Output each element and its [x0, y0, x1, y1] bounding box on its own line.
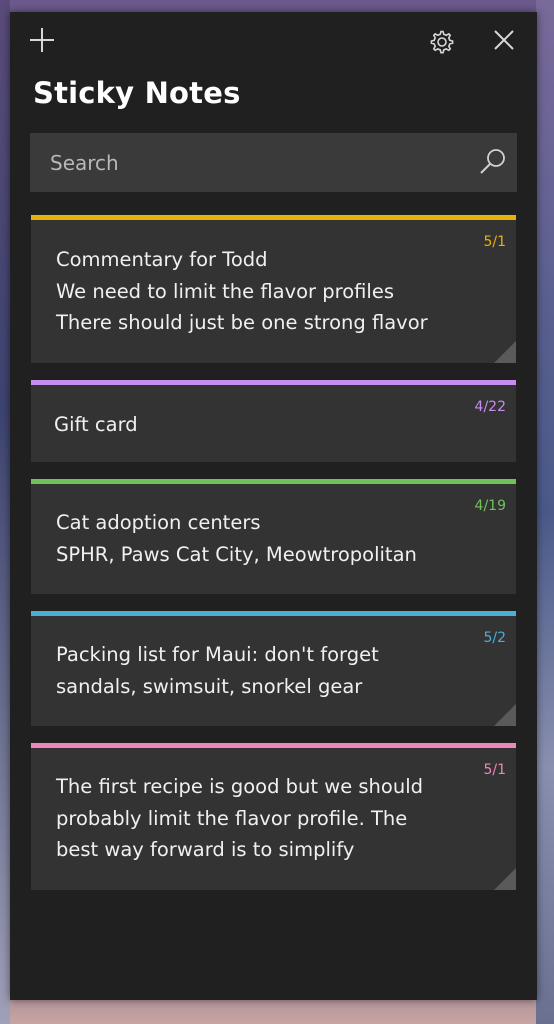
- note-color-bar: [31, 380, 516, 385]
- desktop-background-left: [0, 0, 10, 1024]
- note-card[interactable]: 4/22 Gift card: [31, 380, 516, 462]
- search-icon[interactable]: [478, 147, 508, 177]
- settings-button[interactable]: [422, 22, 462, 62]
- app-title: Sticky Notes: [33, 76, 241, 110]
- note-fold-corner: [494, 341, 516, 363]
- plus-icon: [30, 28, 54, 52]
- note-text: Packing list for Maui: don't forget sand…: [56, 643, 379, 698]
- close-icon: [494, 30, 514, 50]
- note-color-bar: [31, 611, 516, 616]
- note-color-bar: [31, 743, 516, 748]
- note-text: The first recipe is good but we should p…: [56, 775, 423, 861]
- note-color-bar: [31, 215, 516, 220]
- note-date: 5/2: [483, 630, 506, 646]
- close-button[interactable]: [484, 20, 524, 60]
- note-color-bar: [31, 479, 516, 484]
- note-card[interactable]: 5/1 The first recipe is good but we shou…: [31, 743, 516, 890]
- note-text: Gift card: [54, 413, 138, 436]
- note-date: 4/19: [474, 498, 506, 514]
- note-card[interactable]: 5/1 Commentary for Todd We need to limit…: [31, 215, 516, 363]
- search-box[interactable]: [30, 133, 517, 192]
- note-card[interactable]: 4/19 Cat adoption centers SPHR, Paws Cat…: [31, 479, 516, 594]
- note-text: Cat adoption centers SPHR, Paws Cat City…: [56, 511, 417, 566]
- add-note-button[interactable]: [22, 20, 62, 60]
- search-input[interactable]: [30, 133, 450, 192]
- note-fold-corner: [494, 868, 516, 890]
- titlebar: [10, 12, 537, 68]
- note-card[interactable]: 5/2 Packing list for Maui: don't forget …: [31, 611, 516, 726]
- note-date: 5/1: [483, 234, 506, 250]
- desktop-background-right: [536, 0, 554, 1024]
- note-text: Commentary for Todd We need to limit the…: [56, 248, 428, 334]
- gear-icon: [430, 30, 454, 54]
- note-fold-corner: [494, 704, 516, 726]
- sticky-notes-window: Sticky Notes 5/1 Commentary for Todd We …: [10, 12, 537, 1000]
- note-date: 5/1: [483, 762, 506, 778]
- note-date: 4/22: [474, 399, 506, 415]
